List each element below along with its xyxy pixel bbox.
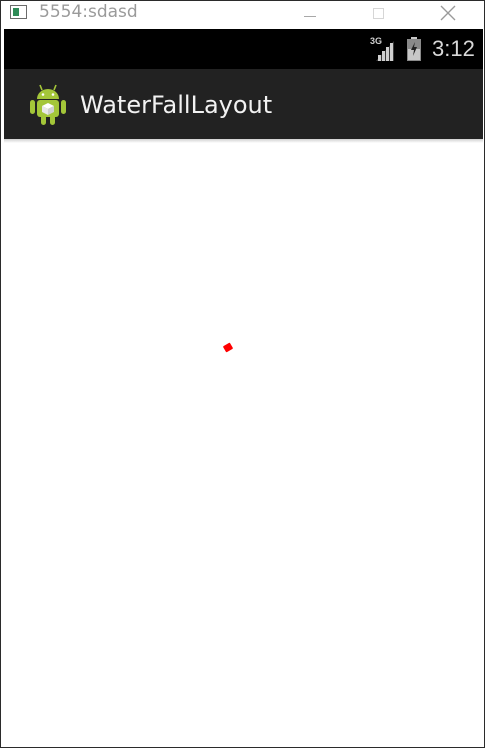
emulator-window-icon xyxy=(10,5,27,19)
close-button[interactable] xyxy=(425,1,471,25)
minimize-button[interactable] xyxy=(287,1,333,25)
clock: 3:12 xyxy=(432,36,475,61)
window-title-bar[interactable]: 5554:sdasd xyxy=(1,1,484,29)
android-status-bar: 3G 3:12 xyxy=(4,29,483,69)
close-icon xyxy=(440,5,456,21)
maximize-icon xyxy=(372,7,384,19)
android-icon[interactable] xyxy=(28,81,68,127)
action-bar: WaterFallLayout xyxy=(4,69,483,139)
minimize-icon xyxy=(304,15,316,17)
signal-icon: 3G xyxy=(370,37,398,61)
app-title: WaterFallLayout xyxy=(80,91,273,119)
window-title: 5554:sdasd xyxy=(39,2,138,22)
battery-icon xyxy=(407,37,421,61)
red-dot-marker xyxy=(222,342,234,353)
emulator-window: 5554:sdasd 3G 3:12 WaterFallLayout xyxy=(0,0,485,748)
waterfall-content-area[interactable] xyxy=(4,143,483,745)
maximize-button[interactable] xyxy=(355,1,401,25)
